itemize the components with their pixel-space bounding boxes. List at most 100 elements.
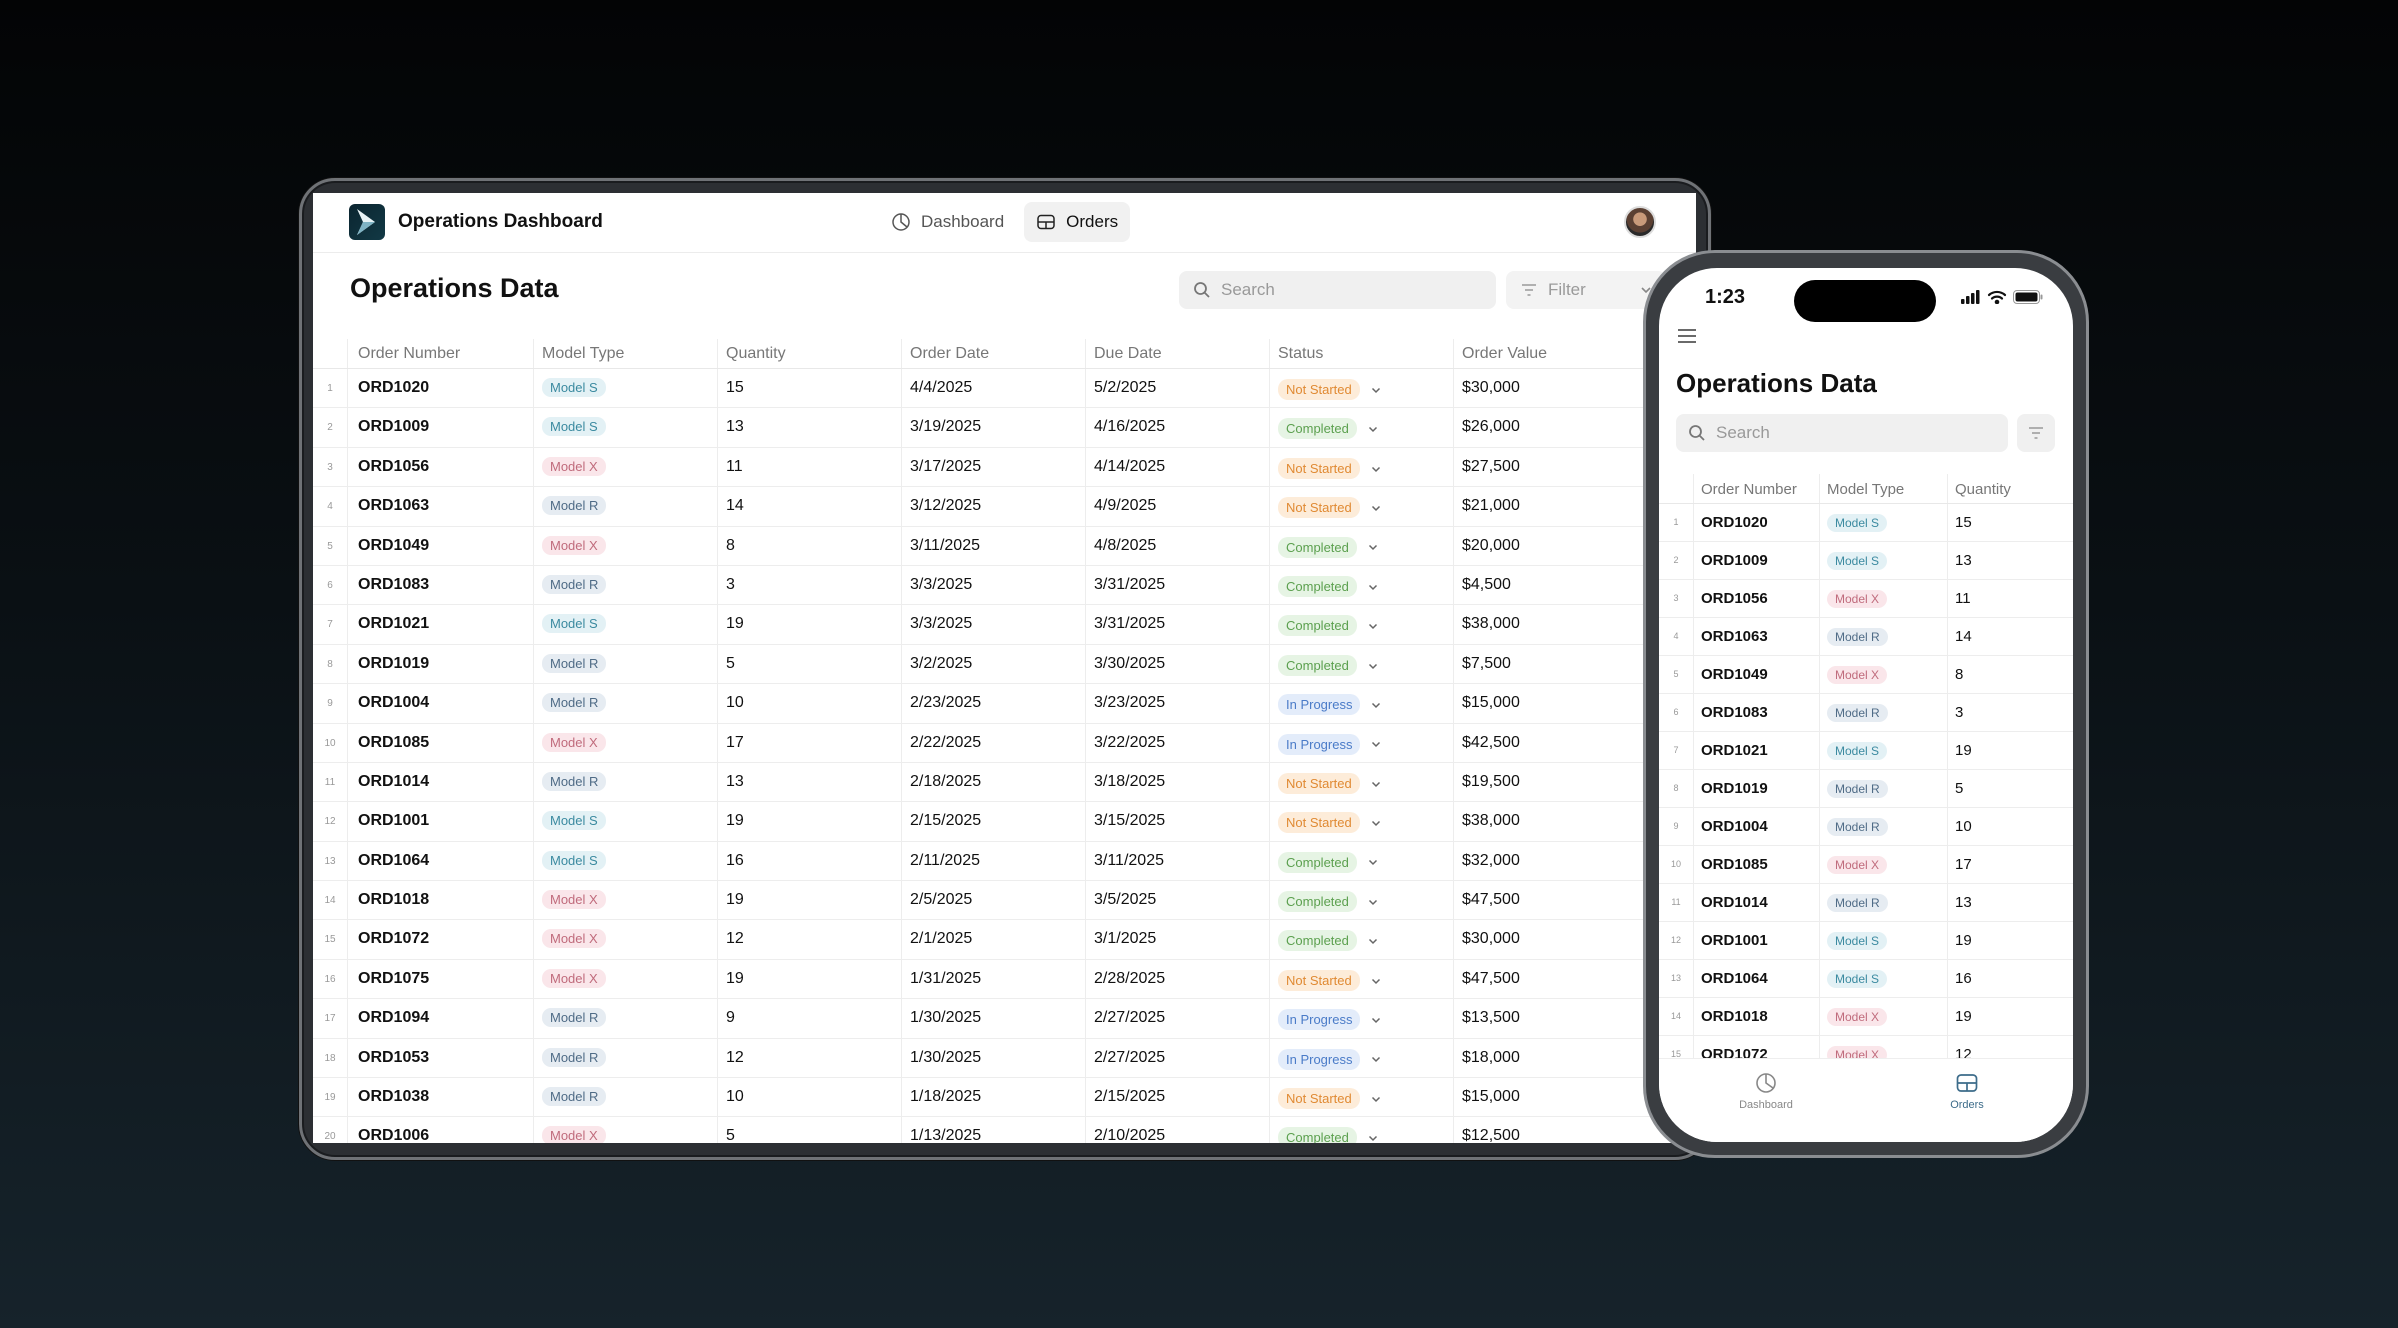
chevron-down-icon[interactable] — [1367, 660, 1379, 672]
table-row[interactable]: 20 ORD1006 Model X 5 1/13/2025 2/10/2025 Compl… — [313, 1117, 1696, 1143]
table-row[interactable]: 8 ORD1019 Model R 5 3/2/2025 3/30/2025 Complet… — [313, 645, 1696, 685]
table-row[interactable]: 13 ORD1064 Model S 16 — [1659, 960, 2073, 998]
status-cell[interactable]: Completed — [1278, 851, 1379, 873]
table-row[interactable]: 13 ORD1064 Model S 16 2/11/2025 3/11/2025 Comp… — [313, 842, 1696, 882]
phone-search-input[interactable]: Search — [1676, 414, 2008, 452]
status-cell[interactable]: Completed — [1278, 1127, 1379, 1143]
table-row[interactable]: 9 ORD1004 Model R 10 — [1659, 808, 2073, 846]
table-row[interactable]: 2 ORD1009 Model S 13 3/19/2025 4/16/2025 Compl… — [313, 408, 1696, 448]
tab-dashboard[interactable]: Dashboard — [1716, 1071, 1816, 1111]
chevron-down-icon[interactable] — [1370, 1093, 1382, 1105]
quantity: 15 — [1955, 514, 1972, 531]
table-row[interactable]: 17 ORD1094 Model R 9 1/30/2025 2/27/2025 In Pr… — [313, 999, 1696, 1039]
table-row[interactable]: 12 ORD1001 Model S 19 — [1659, 922, 2073, 960]
status-cell[interactable]: Not Started — [1278, 1088, 1382, 1110]
table-row[interactable]: 6 ORD1083 Model R 3 — [1659, 694, 2073, 732]
avatar[interactable] — [1624, 206, 1656, 238]
status-cell[interactable]: Completed — [1278, 930, 1379, 952]
table-row[interactable]: 11 ORD1014 Model R 13 2/18/2025 3/18/2025 Not … — [313, 763, 1696, 803]
chevron-down-icon[interactable] — [1370, 1053, 1382, 1065]
phone-filter-button[interactable] — [2017, 414, 2055, 452]
model-type: Model R — [542, 496, 607, 516]
chevron-down-icon[interactable] — [1367, 856, 1379, 868]
row-number: 9 — [1673, 821, 1679, 831]
chevron-down-icon[interactable] — [1370, 1014, 1382, 1026]
table-row[interactable]: 8 ORD1019 Model R 5 — [1659, 770, 2073, 808]
chevron-down-icon[interactable] — [1370, 699, 1382, 711]
status-cell[interactable]: In Progress — [1278, 1048, 1382, 1070]
status-cell[interactable]: Not Started — [1278, 812, 1382, 834]
table-row[interactable]: 11 ORD1014 Model R 13 — [1659, 884, 2073, 922]
table-row[interactable]: 12 ORD1001 Model S 19 2/15/2025 3/15/2025 Not … — [313, 802, 1696, 842]
col-model-type[interactable]: Model Type — [1827, 481, 1904, 498]
status-cell[interactable]: Completed — [1278, 536, 1379, 558]
chevron-down-icon[interactable] — [1370, 778, 1382, 790]
table-row[interactable]: 14 ORD1018 Model X 19 2/5/2025 3/5/2025 Comple… — [313, 881, 1696, 921]
chevron-down-icon[interactable] — [1370, 975, 1382, 987]
nav-dashboard[interactable]: Dashboard — [879, 202, 1016, 242]
table-row[interactable]: 5 ORD1049 Model X 8 3/11/2025 4/8/2025 Complet… — [313, 527, 1696, 566]
search-input[interactable]: Search — [1179, 271, 1496, 309]
filter-dropdown[interactable]: Filter — [1506, 271, 1666, 309]
chevron-down-icon[interactable] — [1367, 620, 1379, 632]
col-order-number[interactable]: Order Number — [358, 345, 460, 363]
chevron-down-icon[interactable] — [1367, 581, 1379, 593]
col-due-date[interactable]: Due Date — [1094, 345, 1162, 363]
table-row[interactable]: 14 ORD1018 Model X 19 — [1659, 998, 2073, 1036]
status-cell[interactable]: Not Started — [1278, 969, 1382, 991]
table-row[interactable]: 1 ORD1020 Model S 15 4/4/2025 5/2/2025 Not Sta… — [313, 369, 1696, 409]
col-status[interactable]: Status — [1278, 345, 1323, 363]
chevron-down-icon[interactable] — [1370, 817, 1382, 829]
table-row[interactable]: 19 ORD1038 Model R 10 1/18/2025 2/15/2025 Not … — [313, 1078, 1696, 1118]
col-order-value[interactable]: Order Value — [1462, 345, 1547, 363]
table-row[interactable]: 16 ORD1075 Model X 19 1/31/2025 2/28/2025 Not … — [313, 960, 1696, 1000]
chevron-down-icon[interactable] — [1370, 384, 1382, 396]
table-row[interactable]: 7 ORD1021 Model S 19 3/3/2025 3/31/2025 Comple… — [313, 605, 1696, 645]
nav-orders[interactable]: Orders — [1024, 202, 1131, 242]
status-cell[interactable]: Completed — [1278, 615, 1379, 637]
model-tag: Model R — [1827, 818, 1888, 836]
table-row[interactable]: 3 ORD1056 Model X 11 — [1659, 580, 2073, 618]
status-cell[interactable]: Completed — [1278, 891, 1379, 913]
table-row[interactable]: 4 ORD1063 Model R 14 3/12/2025 4/9/2025 Not St… — [313, 487, 1696, 527]
table-row[interactable]: 9 ORD1004 Model R 10 2/23/2025 3/23/2025 In Pr… — [313, 684, 1696, 724]
chevron-down-icon[interactable] — [1370, 502, 1382, 514]
table-row[interactable]: 7 ORD1021 Model S 19 — [1659, 732, 2073, 770]
status-cell[interactable]: Not Started — [1278, 497, 1382, 519]
chevron-down-icon[interactable] — [1367, 935, 1379, 947]
col-order-number[interactable]: Order Number — [1701, 481, 1797, 498]
col-model-type[interactable]: Model Type — [542, 345, 624, 363]
col-quantity[interactable]: Quantity — [1955, 481, 2011, 498]
status-cell[interactable]: Not Started — [1278, 379, 1382, 400]
col-order-date[interactable]: Order Date — [910, 345, 989, 363]
chevron-down-icon[interactable] — [1367, 896, 1379, 908]
tab-orders[interactable]: Orders — [1917, 1071, 2017, 1111]
table-row[interactable]: 6 ORD1083 Model R 3 3/3/2025 3/31/2025 Complet… — [313, 566, 1696, 606]
table-row[interactable]: 3 ORD1056 Model X 11 3/17/2025 4/14/2025 Not S… — [313, 448, 1696, 488]
table-row[interactable]: 15 ORD1072 Model X 12 2/1/2025 3/1/2025 Comple… — [313, 920, 1696, 960]
status-cell[interactable]: Completed — [1278, 654, 1379, 676]
chevron-down-icon[interactable] — [1367, 423, 1379, 435]
status-cell[interactable]: Completed — [1278, 575, 1379, 597]
table-row[interactable]: 2 ORD1009 Model S 13 — [1659, 542, 2073, 580]
status-cell[interactable]: Not Started — [1278, 772, 1382, 794]
table-row[interactable]: 1 ORD1020 Model S 15 — [1659, 504, 2073, 542]
status-cell[interactable]: In Progress — [1278, 1009, 1382, 1031]
table-row[interactable]: 10 ORD1085 Model X 17 — [1659, 846, 2073, 884]
chevron-down-icon[interactable] — [1370, 463, 1382, 475]
order-date: 2/18/2025 — [910, 772, 982, 790]
status-cell[interactable]: In Progress — [1278, 694, 1382, 716]
table-row[interactable]: 10 ORD1085 Model X 17 2/22/2025 3/22/2025 In P… — [313, 724, 1696, 763]
status-cell[interactable]: In Progress — [1278, 733, 1382, 755]
status-cell[interactable]: Not Started — [1278, 457, 1382, 479]
table-row[interactable]: 18 ORD1053 Model R 12 1/30/2025 2/27/2025 In P… — [313, 1039, 1696, 1079]
table-row[interactable]: 5 ORD1049 Model X 8 — [1659, 656, 2073, 694]
col-quantity[interactable]: Quantity — [726, 345, 786, 363]
chevron-down-icon[interactable] — [1367, 541, 1379, 553]
hamburger-menu-icon[interactable] — [1677, 328, 1697, 344]
chevron-down-icon[interactable] — [1370, 738, 1382, 750]
chevron-down-icon[interactable] — [1367, 1132, 1379, 1143]
status-cell[interactable]: Completed — [1278, 418, 1379, 440]
due-date: 2/27/2025 — [1094, 1009, 1166, 1027]
table-row[interactable]: 4 ORD1063 Model R 14 — [1659, 618, 2073, 656]
